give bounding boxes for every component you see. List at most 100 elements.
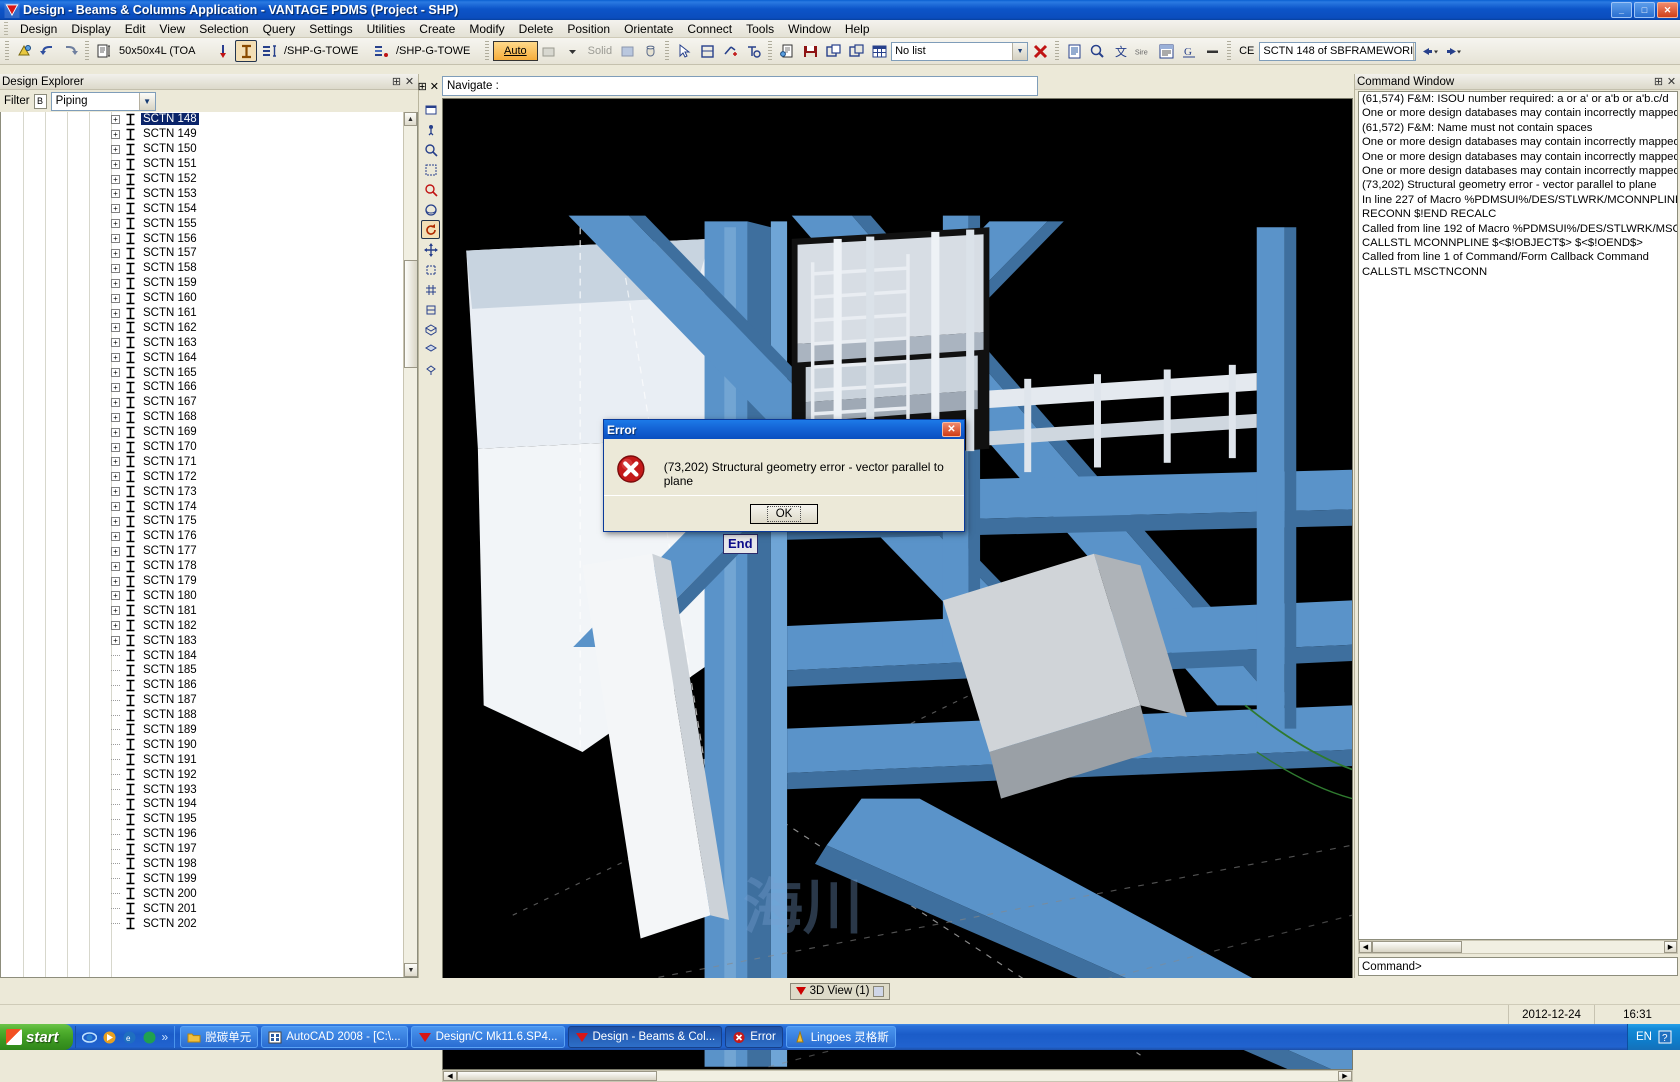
help-icon[interactable]: ?	[1658, 1030, 1672, 1044]
tree-item[interactable]: SCTN 199	[1, 871, 403, 886]
pick-icon[interactable]	[673, 40, 695, 62]
tree-item[interactable]: SCTN 195	[1, 812, 403, 827]
close-icon[interactable]: ✕	[403, 75, 416, 88]
view-iso2-icon[interactable]	[421, 340, 440, 359]
scroll-left-icon[interactable]: ◀	[443, 1071, 457, 1082]
expand-icon[interactable]: +	[111, 502, 120, 512]
expand-icon[interactable]: +	[111, 129, 120, 139]
expand-icon[interactable]: +	[111, 546, 120, 556]
tree-item[interactable]: + SCTN 159	[1, 276, 403, 291]
expand-icon[interactable]: +	[111, 219, 120, 229]
tree-item[interactable]: SCTN 185	[1, 663, 403, 678]
copy-properties-icon[interactable]	[93, 40, 115, 62]
orbit-icon[interactable]	[421, 200, 440, 219]
filter-combo[interactable]: Piping ▼	[50, 91, 156, 111]
tree-item[interactable]: + SCTN 179	[1, 574, 403, 589]
pin-icon[interactable]: ⊞	[418, 80, 427, 93]
ie-icon[interactable]	[81, 1030, 97, 1045]
tree-item[interactable]: + SCTN 153	[1, 186, 403, 201]
tree-item[interactable]: SCTN 190	[1, 737, 403, 752]
menu-help[interactable]: Help	[838, 21, 877, 37]
close-icon[interactable]: ✕	[942, 422, 961, 437]
scroll-right-icon[interactable]: ▶	[1338, 1071, 1352, 1082]
expand-icon[interactable]: +	[111, 561, 120, 571]
expand-icon[interactable]: +	[111, 591, 120, 601]
close-button[interactable]: ✕	[1657, 2, 1678, 18]
expand-icon[interactable]: +	[111, 293, 120, 303]
tree-item[interactable]: SCTN 193	[1, 782, 403, 797]
command-log[interactable]: (61,574) F&M: ISOU number required: a or…	[1358, 91, 1678, 940]
expand-icon[interactable]: +	[111, 382, 120, 392]
tree-item[interactable]: + SCTN 177	[1, 544, 403, 559]
pan-icon[interactable]	[421, 180, 440, 199]
menubar-grip[interactable]	[4, 22, 8, 35]
expand-icon[interactable]: +	[111, 621, 120, 631]
clear-list-icon[interactable]	[1029, 40, 1051, 62]
expand-icon[interactable]: +	[111, 353, 120, 363]
view-plan-icon[interactable]	[421, 300, 440, 319]
menu-query[interactable]: Query	[256, 21, 303, 37]
toolbar-grip-7[interactable]	[1227, 41, 1232, 61]
zoom-area-icon[interactable]	[421, 140, 440, 159]
tree-item[interactable]: SCTN 184	[1, 648, 403, 663]
tree-vertical-scrollbar[interactable]: ▲ ▼	[403, 112, 417, 977]
tree-item[interactable]: + SCTN 176	[1, 529, 403, 544]
taskbar-item-design-beams[interactable]: Design - Beams & Col...	[567, 1026, 723, 1048]
expand-icon[interactable]: +	[111, 487, 120, 497]
tree-item[interactable]: + SCTN 174	[1, 499, 403, 514]
taskbar-item-designc[interactable]: Design/C Mk11.6.SP4...	[410, 1026, 565, 1048]
chevron-down-icon[interactable]: ▼	[1413, 42, 1416, 60]
tree-item[interactable]: + SCTN 169	[1, 425, 403, 440]
navigate-input[interactable]: Navigate :	[442, 76, 1038, 96]
taskbar-item-lingoes[interactable]: Lingoes 灵格斯	[785, 1026, 896, 1048]
expand-icon[interactable]: +	[111, 472, 120, 482]
view-iso3-icon[interactable]	[421, 360, 440, 379]
tree-item[interactable]: + SCTN 173	[1, 484, 403, 499]
view-look-icon[interactable]	[421, 260, 440, 279]
tree-item[interactable]: + SCTN 156	[1, 231, 403, 246]
ok-button[interactable]: OK	[750, 503, 818, 524]
expand-icon[interactable]: +	[111, 114, 120, 124]
grid-icon[interactable]	[868, 40, 890, 62]
report-icon[interactable]	[1063, 40, 1085, 62]
close-icon[interactable]: ✕	[1665, 75, 1678, 88]
command-input[interactable]: Command>	[1358, 957, 1678, 976]
text-icon[interactable]: 文	[1109, 40, 1131, 62]
auto-button[interactable]: Auto	[493, 41, 538, 61]
tree-item[interactable]: + SCTN 154	[1, 201, 403, 216]
expand-icon[interactable]: +	[111, 606, 120, 616]
tree-item[interactable]: + SCTN 163	[1, 335, 403, 350]
tree-item[interactable]: SCTN 198	[1, 857, 403, 872]
taskbar-item-error[interactable]: Error	[725, 1026, 783, 1048]
rotate-icon[interactable]	[421, 220, 441, 239]
grid-toggle-icon[interactable]	[421, 280, 440, 299]
scroll-thumb[interactable]	[404, 260, 417, 368]
expand-icon[interactable]: +	[111, 368, 120, 378]
tree-item[interactable]: SCTN 191	[1, 752, 403, 767]
taskbar-item-folder[interactable]: 脱碳单元	[180, 1026, 259, 1048]
members-icon[interactable]	[1155, 40, 1177, 62]
toolbar-grip-1[interactable]	[5, 41, 9, 61]
tab-restore-icon[interactable]	[873, 985, 885, 997]
tree-item[interactable]: + SCTN 151	[1, 157, 403, 172]
forward-icon[interactable]	[1440, 40, 1462, 62]
menu-window[interactable]: Window	[781, 21, 838, 37]
tree-item[interactable]: SCTN 192	[1, 767, 403, 782]
expand-icon[interactable]: +	[111, 159, 120, 169]
expand-icon[interactable]: +	[111, 516, 120, 526]
tray-language[interactable]: EN	[1636, 1031, 1652, 1043]
menu-design[interactable]: Design	[13, 21, 64, 37]
pin-icon[interactable]: ⊞	[390, 75, 403, 88]
view-limits-icon[interactable]	[421, 100, 440, 119]
expand-icon[interactable]: +	[111, 531, 120, 541]
tool-icon[interactable]	[742, 40, 764, 62]
beam-icon[interactable]	[258, 40, 280, 62]
expand-icon[interactable]: +	[111, 234, 120, 244]
expand-icon[interactable]: +	[111, 308, 120, 318]
command-log-hscroll[interactable]: ◀ ▶	[1358, 940, 1678, 954]
expand-icon[interactable]: +	[111, 204, 120, 214]
profile-field[interactable]: 50x50x4L (TOA	[116, 42, 211, 61]
expand-icon[interactable]: +	[111, 457, 120, 467]
tree-item[interactable]: + SCTN 152	[1, 172, 403, 187]
canvas-horizontal-scrollbar[interactable]: ◀ ▶	[442, 1070, 1353, 1082]
